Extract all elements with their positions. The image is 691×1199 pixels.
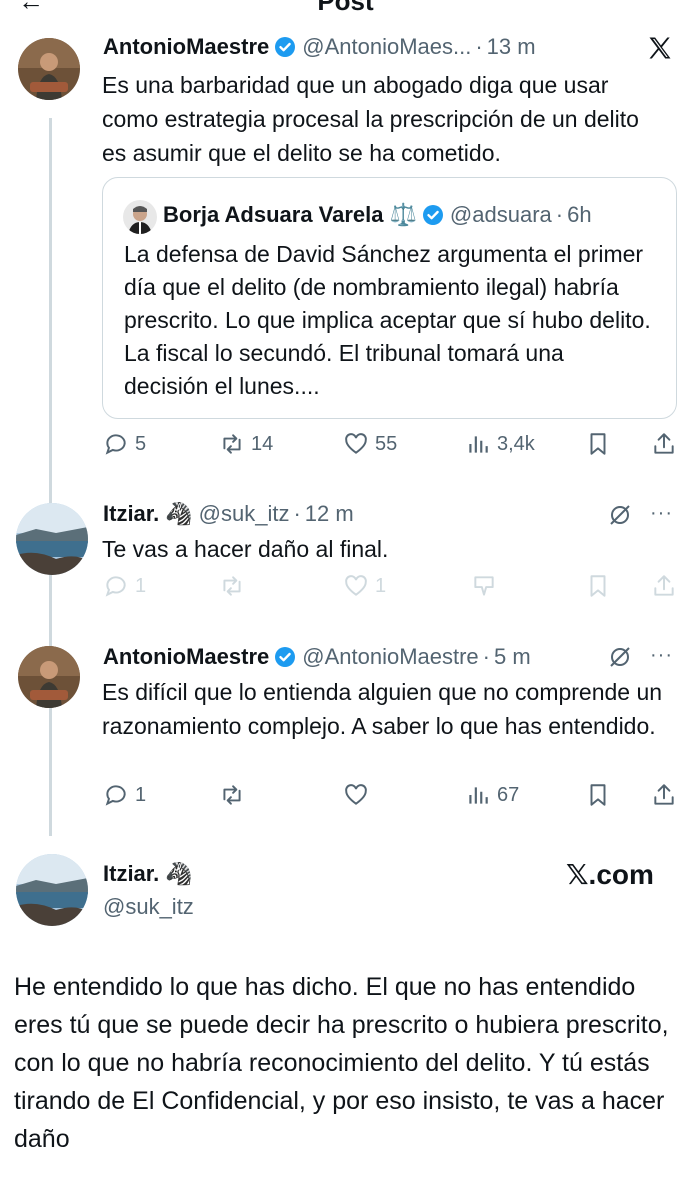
- post1-header: AntonioMaestre @AntonioMaes... · 13 m: [103, 34, 536, 60]
- views-button[interactable]: 67: [465, 782, 519, 808]
- bookmark-icon: [590, 784, 606, 806]
- like-icon: [345, 433, 367, 454]
- grok-icon[interactable]: [608, 645, 632, 669]
- views-count: 67: [497, 783, 520, 806]
- scales-emoji: ⚖️: [389, 202, 417, 227]
- bookmark-icon: [590, 433, 606, 455]
- post-time[interactable]: 5 m: [494, 644, 531, 670]
- views-icon: [469, 787, 488, 804]
- avatar[interactable]: [16, 503, 88, 575]
- quote-author-handle: @adsuara: [449, 202, 552, 227]
- page-title: Post: [317, 0, 374, 16]
- author-name[interactable]: AntonioMaestre: [103, 644, 269, 670]
- post2-header: Itziar. 🦓 @suk_itz · 12 m: [103, 501, 354, 527]
- bookmark-button[interactable]: [585, 431, 611, 457]
- post1-actions: 5 14 55 3,4k: [103, 431, 678, 465]
- author-handle[interactable]: @AntonioMaes...: [302, 34, 471, 60]
- like-button[interactable]: 55: [343, 431, 397, 457]
- reply-count: 1: [135, 783, 147, 806]
- avatar[interactable]: [16, 854, 88, 926]
- repost-count: 14: [251, 432, 274, 455]
- more-icon[interactable]: ···: [650, 502, 673, 525]
- quote-time: 6h: [567, 202, 592, 227]
- post2-text: Te vas a hacer daño al final.: [102, 536, 389, 562]
- repost-button[interactable]: [219, 782, 245, 808]
- like-count: 1: [375, 574, 387, 597]
- reply-count: 5: [135, 432, 147, 455]
- reply-button[interactable]: 1: [103, 573, 146, 599]
- reply-count: 1: [135, 574, 147, 597]
- post3-header: AntonioMaestre @AntonioMaestre · 5 m: [103, 644, 531, 670]
- post-time[interactable]: 13 m: [487, 34, 536, 60]
- bookmark-button[interactable]: [585, 782, 611, 808]
- reply-button[interactable]: 1: [103, 782, 146, 808]
- grok-icon[interactable]: [608, 503, 632, 527]
- bookmark-button[interactable]: [585, 573, 611, 599]
- quote-avatar: [123, 200, 157, 234]
- quote-text: La defensa de David Sánchez argumenta el…: [124, 241, 651, 399]
- reply-icon: [105, 785, 126, 806]
- reply-icon: [105, 434, 126, 455]
- share-button[interactable]: [651, 573, 677, 599]
- share-button[interactable]: [651, 431, 677, 457]
- verified-badge-icon: [275, 37, 296, 57]
- author-name[interactable]: Itziar.: [103, 501, 159, 527]
- views-icon: [469, 436, 488, 453]
- back-arrow-icon[interactable]: ←: [18, 0, 44, 17]
- share-button[interactable]: [651, 782, 677, 808]
- verified-badge-icon: [275, 647, 296, 667]
- reply-icon: [105, 576, 126, 597]
- x-logo-icon[interactable]: [646, 34, 674, 62]
- author-name[interactable]: Itziar.: [103, 861, 159, 887]
- author-handle[interactable]: @AntonioMaestre: [302, 644, 478, 670]
- like-button[interactable]: 1: [343, 573, 386, 599]
- author-handle[interactable]: @suk_itz: [103, 894, 194, 920]
- post1-text: Es una barbaridad que un abogado diga qu…: [102, 72, 639, 166]
- quote-header: Borja Adsuara Varela ⚖️ @adsuara · 6h: [163, 202, 592, 228]
- separator-dot: ·: [475, 34, 483, 59]
- avatar[interactable]: [18, 38, 80, 100]
- downvote-icon: [474, 576, 494, 596]
- separator-dot: ·: [482, 644, 490, 669]
- zebra-emoji: 🦓: [165, 501, 193, 526]
- separator-dot: ·: [293, 501, 301, 526]
- bookmark-icon: [590, 575, 606, 597]
- author-handle[interactable]: @suk_itz: [199, 501, 290, 527]
- quote-author-name: Borja Adsuara Varela: [163, 202, 384, 227]
- page-header: ← Post: [0, 0, 691, 16]
- post4-header: Itziar. 🦓: [103, 861, 193, 887]
- post2-actions: 1 1: [103, 573, 678, 607]
- views-button[interactable]: 3,4k: [465, 431, 535, 457]
- quoted-post[interactable]: Borja Adsuara Varela ⚖️ @adsuara · 6h La…: [102, 177, 677, 419]
- repost-button[interactable]: [219, 573, 245, 599]
- post3-actions: 1 67: [103, 782, 678, 816]
- repost-button[interactable]: 14: [219, 431, 273, 457]
- post4-text: He entendido lo que has dicho. El que no…: [14, 973, 669, 1153]
- like-icon: [345, 784, 367, 805]
- separator-dot: ·: [555, 202, 564, 227]
- like-count: 55: [375, 432, 398, 455]
- repost-icon: [223, 785, 241, 805]
- reply-button[interactable]: 5: [103, 431, 146, 457]
- share-icon: [654, 575, 674, 596]
- more-icon[interactable]: ···: [650, 644, 673, 667]
- share-icon: [654, 784, 674, 805]
- views-count: 3,4k: [497, 432, 535, 455]
- x-com-brand: 𝕏.com: [566, 859, 654, 890]
- like-button[interactable]: [343, 782, 369, 808]
- post3-text: Es difícil que lo entienda alguien que n…: [102, 679, 663, 739]
- thread-line: [49, 118, 52, 836]
- dislike-button[interactable]: [471, 573, 497, 599]
- zebra-emoji: 🦓: [165, 861, 193, 886]
- post-time[interactable]: 12 m: [305, 501, 354, 527]
- avatar[interactable]: [18, 646, 80, 708]
- author-name[interactable]: AntonioMaestre: [103, 34, 269, 60]
- repost-icon: [223, 434, 241, 454]
- post4-handle-row: @suk_itz: [103, 894, 194, 920]
- share-icon: [654, 433, 674, 454]
- verified-badge-icon: [422, 205, 443, 225]
- like-icon: [345, 575, 367, 596]
- repost-icon: [223, 576, 241, 596]
